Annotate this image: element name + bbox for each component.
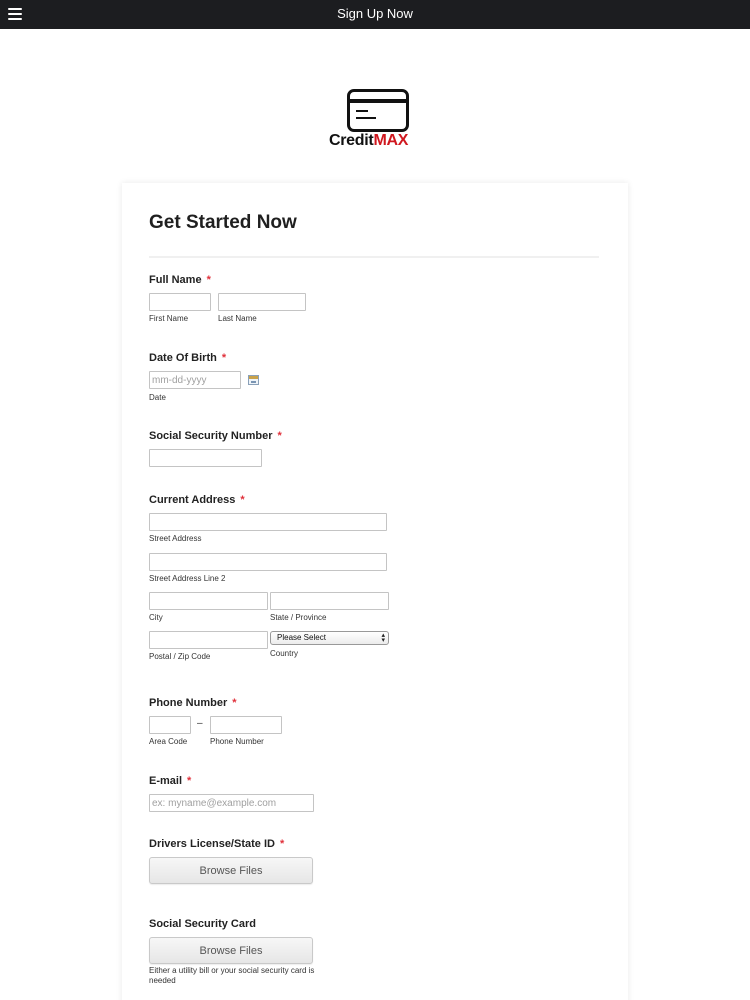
calendar-icon[interactable] xyxy=(248,375,259,385)
area-code-sublabel: Area Code xyxy=(149,737,188,746)
phone-number-sublabel: Phone Number xyxy=(210,737,264,746)
creditmax-logo: CreditMAX xyxy=(326,88,426,152)
full-name-label: Full Name * xyxy=(149,274,211,286)
state-sublabel: State / Province xyxy=(270,613,327,622)
required-asterisk: * xyxy=(279,838,285,850)
top-bar: Sign Up Now xyxy=(0,0,750,29)
street-address-sublabel: Street Address xyxy=(149,534,202,543)
first-name-input[interactable] xyxy=(149,293,211,311)
postal-code-sublabel: Postal / Zip Code xyxy=(149,652,211,661)
first-name-sublabel: First Name xyxy=(149,314,189,323)
city-input[interactable] xyxy=(149,592,268,610)
phone-separator: – xyxy=(197,718,203,729)
street-address-input[interactable] xyxy=(149,513,387,531)
required-asterisk: * xyxy=(221,352,227,364)
street-address-line2-sublabel: Street Address Line 2 xyxy=(149,574,226,583)
ssn-input[interactable] xyxy=(149,449,262,467)
country-sublabel: Country xyxy=(270,649,299,658)
country-select[interactable]: Please Select ▴ ▾ xyxy=(270,631,389,645)
title-divider xyxy=(149,256,599,258)
last-name-sublabel: Last Name xyxy=(218,314,257,323)
required-asterisk: * xyxy=(187,775,192,787)
email-label: E-mail * xyxy=(149,775,192,787)
ss-card-helper-text: Either a utility bill or your social sec… xyxy=(149,966,315,985)
postal-code-input[interactable] xyxy=(149,631,268,649)
ss-card-label: Social Security Card xyxy=(149,918,256,930)
address-label: Current Address * xyxy=(149,494,245,506)
license-label: Drivers License/State ID * xyxy=(149,838,285,850)
required-asterisk: * xyxy=(206,274,211,286)
dob-label: Date Of Birth * xyxy=(149,352,227,364)
dob-sublabel: Date xyxy=(149,393,166,402)
ssn-label: Social Security Number * xyxy=(149,430,282,442)
street-address-line2-input[interactable] xyxy=(149,553,387,571)
ss-card-browse-button[interactable]: Browse Files xyxy=(149,937,313,964)
select-arrows-icon: ▴ ▾ xyxy=(381,632,385,644)
required-asterisk: * xyxy=(232,697,237,709)
form-title: Get Started Now xyxy=(149,212,297,233)
page-title: Sign Up Now xyxy=(337,6,413,21)
required-asterisk: * xyxy=(277,430,282,442)
dob-input[interactable] xyxy=(149,371,241,389)
phone-label: Phone Number * xyxy=(149,697,237,709)
area-code-input[interactable] xyxy=(149,716,191,734)
state-input[interactable] xyxy=(270,592,389,610)
credit-card-icon xyxy=(347,89,409,132)
last-name-input[interactable] xyxy=(218,293,306,311)
logo-text: CreditMAX xyxy=(329,132,409,149)
country-select-value: Please Select xyxy=(277,633,326,642)
phone-number-input[interactable] xyxy=(210,716,282,734)
license-browse-button[interactable]: Browse Files xyxy=(149,857,313,884)
required-asterisk: * xyxy=(240,494,245,506)
email-input[interactable] xyxy=(149,794,314,812)
city-sublabel: City xyxy=(149,613,163,622)
